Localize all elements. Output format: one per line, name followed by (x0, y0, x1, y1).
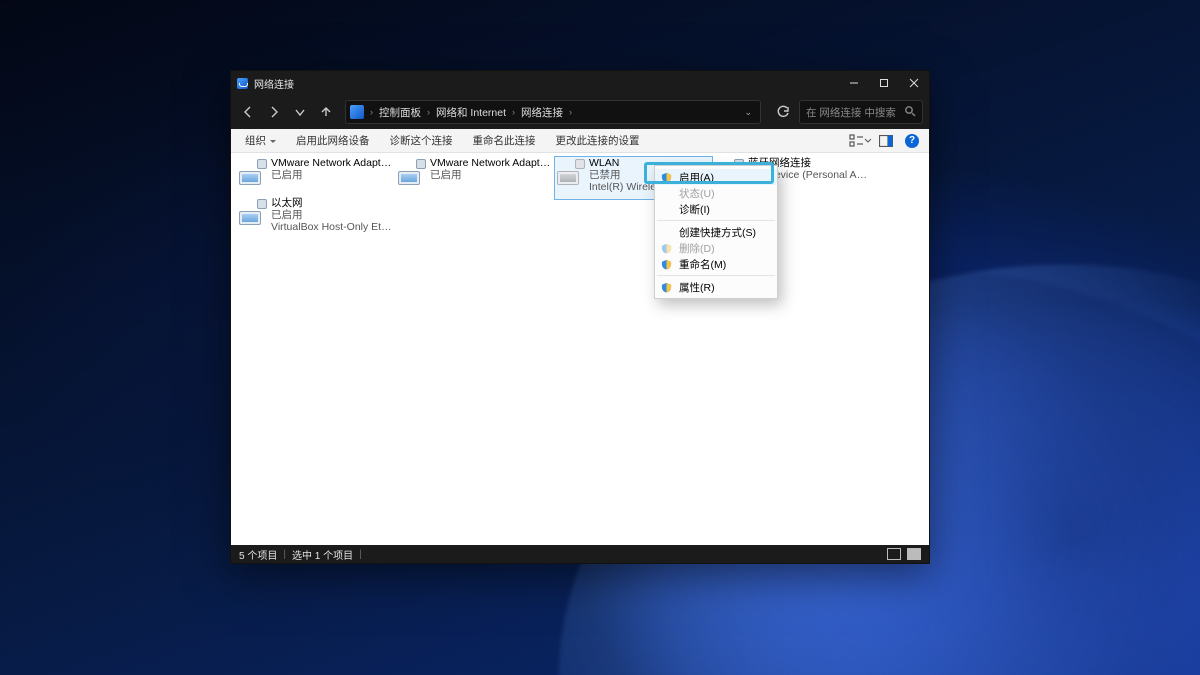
shield-icon (659, 172, 673, 183)
ctx-delete: 删除(D) (655, 240, 777, 256)
status-selection: 选中 1 个项目 (292, 547, 353, 562)
ctx-delete-label: 删除(D) (679, 241, 715, 256)
chevron-right-icon: › (512, 107, 515, 117)
command-bar: 组织 启用此网络设备 诊断这个连接 重命名此连接 更改此连接的设置 ? (231, 129, 929, 153)
separator (657, 220, 775, 221)
ctx-status: 状态(U) (655, 185, 777, 201)
back-button[interactable] (237, 101, 259, 123)
ctx-shortcut-label: 创建快捷方式(S) (679, 225, 756, 240)
breadcrumb-2[interactable]: 网络连接 (517, 105, 567, 120)
ctx-diagnose[interactable]: 诊断(I) (655, 201, 777, 217)
search-box[interactable]: 在 网络连接 中搜索 (799, 100, 923, 124)
app-icon (237, 78, 248, 89)
titlebar[interactable]: 网络连接 (231, 71, 929, 95)
ctx-properties[interactable]: 属性(R) (655, 279, 777, 295)
forward-button[interactable] (263, 101, 285, 123)
address-icon (350, 105, 364, 119)
organize-menu[interactable]: 组织 (237, 131, 284, 150)
refresh-button[interactable] (771, 100, 795, 124)
address-dropdown[interactable]: ⌄ (740, 107, 756, 118)
adapter-grid[interactable]: VMware Network Adapter VMnet1 已启用 VMware… (231, 153, 929, 545)
diagnose-button[interactable]: 诊断这个连接 (382, 131, 461, 150)
adapter-status: 已启用 (430, 169, 551, 181)
view-options-button[interactable] (849, 131, 871, 151)
minimize-button[interactable] (839, 71, 869, 95)
recent-button[interactable] (289, 101, 311, 123)
adapter-status: 已启用 (271, 169, 392, 181)
desktop-background: 网络连接 › 控制面板 › 网络和 Internet (0, 0, 1200, 675)
adapter-name: VMware Network Adapter VMnet1 (271, 157, 392, 169)
maximize-button[interactable] (869, 71, 899, 95)
navigation-bar: › 控制面板 › 网络和 Internet › 网络连接 › ⌄ 在 网络连接 … (231, 95, 929, 129)
adapter-icon (239, 199, 265, 225)
ctx-status-label: 状态(U) (679, 186, 715, 201)
status-divider: | (359, 549, 362, 560)
adapter-icon (557, 159, 583, 185)
enable-device-button[interactable]: 启用此网络设备 (288, 131, 378, 150)
chevron-right-icon: › (569, 107, 572, 117)
ctx-enable[interactable]: 启用(A) (655, 169, 777, 185)
chevron-right-icon: › (370, 107, 373, 117)
up-button[interactable] (315, 101, 337, 123)
search-placeholder: 在 网络连接 中搜索 (806, 105, 896, 120)
shield-icon (659, 282, 673, 293)
network-connections-window: 网络连接 › 控制面板 › 网络和 Internet (230, 70, 930, 564)
adapter-icon (398, 159, 424, 185)
adapter-ethernet[interactable]: 以太网 已启用 VirtualBox Host-Only Ethernet … (237, 197, 394, 239)
shield-icon (659, 243, 673, 254)
status-count: 5 个项目 (239, 547, 277, 562)
status-bar: 5 个项目 | 选中 1 个项目 | (231, 545, 929, 563)
details-view-button[interactable] (887, 548, 901, 560)
status-divider: | (283, 549, 286, 560)
search-icon (904, 105, 916, 120)
adapter-detail: VirtualBox Host-Only Ethernet … (271, 221, 392, 233)
close-button[interactable] (899, 71, 929, 95)
help-button[interactable]: ? (901, 131, 923, 151)
large-icons-view-button[interactable] (907, 548, 921, 560)
breadcrumb-0[interactable]: 控制面板 (375, 105, 425, 120)
ctx-diagnose-label: 诊断(I) (679, 202, 710, 217)
separator (657, 275, 775, 276)
chevron-right-icon: › (427, 107, 430, 117)
context-menu: 启用(A) 状态(U) 诊断(I) 创建快捷方式(S) 删除(D) (654, 165, 778, 299)
adapter-name: 以太网 (271, 197, 392, 209)
ctx-rename[interactable]: 重命名(M) (655, 256, 777, 272)
ctx-enable-label: 启用(A) (679, 170, 714, 185)
address-bar[interactable]: › 控制面板 › 网络和 Internet › 网络连接 › ⌄ (345, 100, 761, 124)
window-title: 网络连接 (254, 76, 294, 91)
preview-pane-button[interactable] (875, 131, 897, 151)
adapter-vmnet1[interactable]: VMware Network Adapter VMnet1 已启用 (237, 157, 394, 199)
shield-icon (659, 259, 673, 270)
adapter-name: VMware Network Adapter VMnet8 (430, 157, 551, 169)
adapter-vmnet8[interactable]: VMware Network Adapter VMnet8 已启用 (396, 157, 553, 199)
ctx-rename-label: 重命名(M) (679, 257, 726, 272)
change-settings-button[interactable]: 更改此连接的设置 (548, 131, 648, 150)
breadcrumb-1[interactable]: 网络和 Internet (432, 105, 510, 120)
adapter-status: 已启用 (271, 209, 392, 221)
rename-button[interactable]: 重命名此连接 (465, 131, 544, 150)
adapter-icon (239, 159, 265, 185)
ctx-shortcut[interactable]: 创建快捷方式(S) (655, 224, 777, 240)
ctx-props-label: 属性(R) (679, 280, 715, 295)
